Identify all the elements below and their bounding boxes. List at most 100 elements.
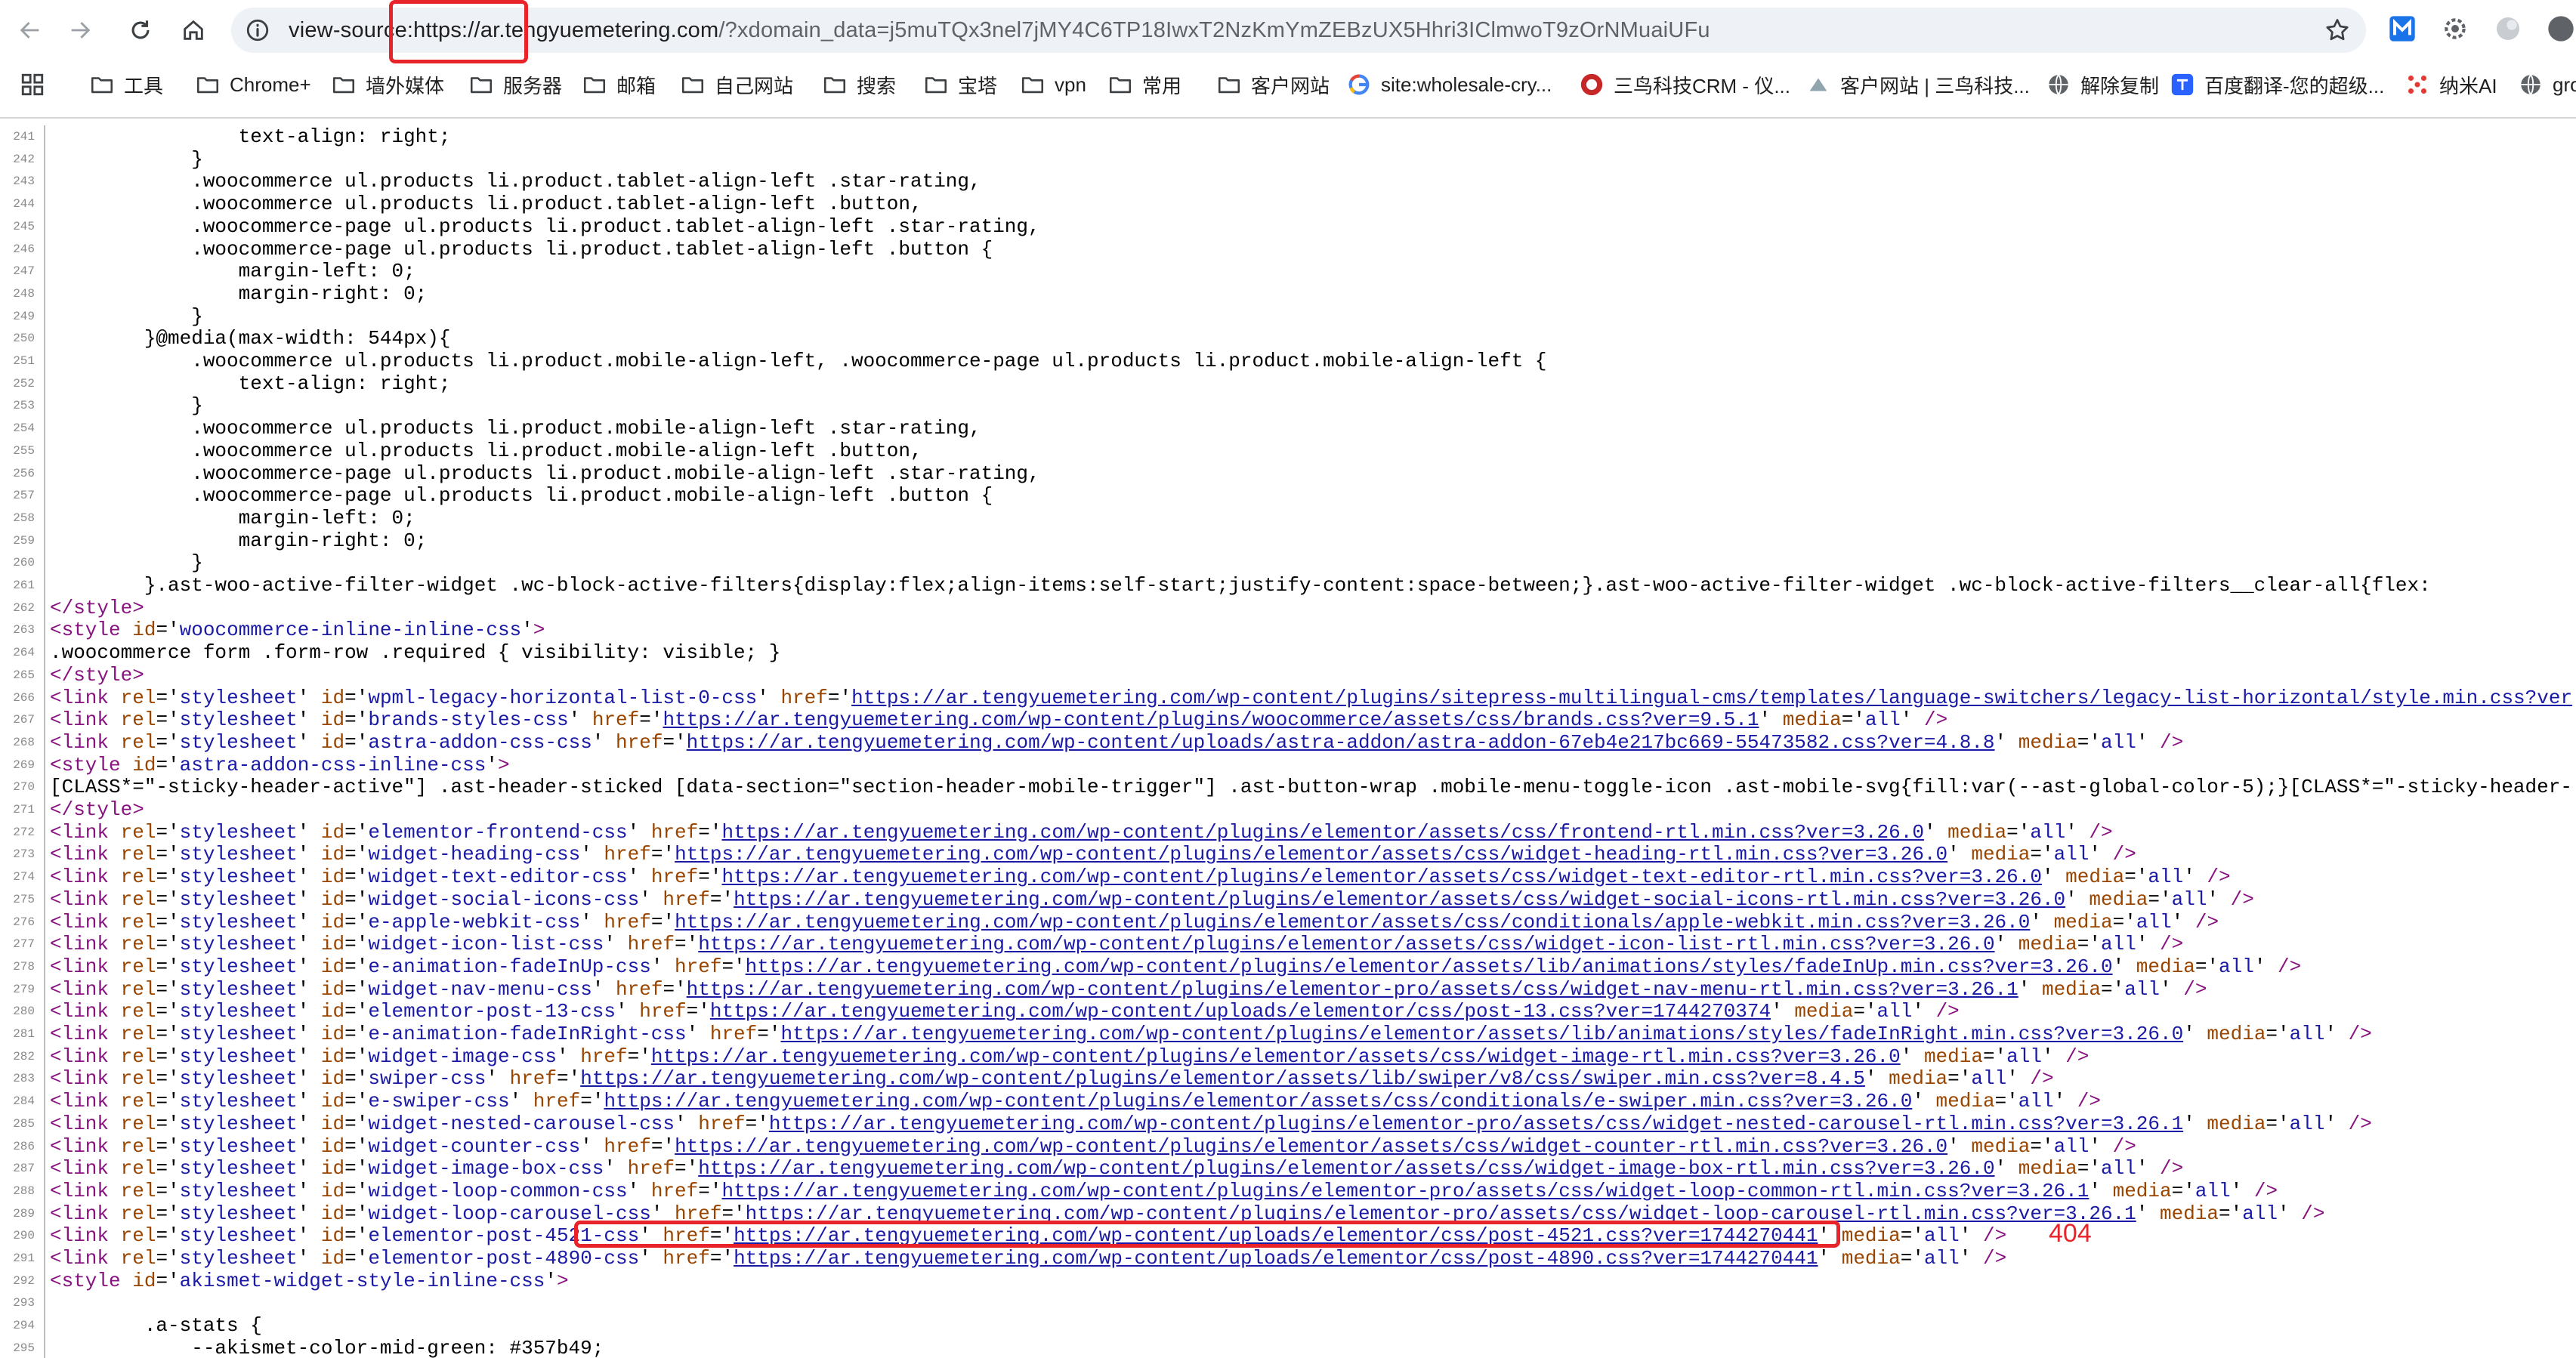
gutter-divider xyxy=(44,551,45,575)
source-link[interactable]: https://ar.tengyuemetering.com/wp-conten… xyxy=(663,708,1759,731)
bookmark-item[interactable]: 纳米AI xyxy=(2405,68,2497,101)
line-code: <link rel='stylesheet' id='e-animation-f… xyxy=(50,1023,2372,1045)
folder-icon xyxy=(822,72,857,97)
extension-circle-icon[interactable] xyxy=(2493,14,2523,44)
tag-close: /> xyxy=(1971,1247,2007,1270)
code-text: } xyxy=(50,394,203,418)
bookmark-item[interactable]: Chrome+ xyxy=(195,68,311,101)
attr-name: href xyxy=(663,1247,710,1270)
source-link[interactable]: https://ar.tengyuemetering.com/wp-conten… xyxy=(651,1045,1901,1068)
gutter-divider xyxy=(44,866,45,889)
attr-name: id xyxy=(320,1112,345,1135)
attr-value: widget-nav-menu-css xyxy=(368,977,592,1001)
source-link[interactable]: https://ar.tengyuemetering.com/wp-conten… xyxy=(851,687,2572,709)
source-line: 279 <link rel='stylesheet' id='widget-nav… xyxy=(0,977,2576,1001)
code-text: text-align: right; xyxy=(50,372,451,395)
gutter-divider xyxy=(44,1224,45,1248)
source-link[interactable]: https://ar.tengyuemetering.com/wp-conten… xyxy=(721,821,1923,844)
globe-icon xyxy=(2518,72,2553,97)
attr-value: widget-icon-list-css xyxy=(368,933,604,956)
attr-name: media xyxy=(1923,1045,1983,1068)
source-link[interactable]: https://ar.tengyuemetering.com/wp-conten… xyxy=(734,888,2065,911)
line-number: 292 xyxy=(13,1273,35,1288)
address-bar[interactable]: view-source:https://ar.tengyuemetering.c… xyxy=(231,8,2366,53)
html-tag: <link xyxy=(50,1112,110,1135)
line-code: <link rel='stylesheet' id='widget-text-e… xyxy=(50,866,2231,889)
bookmark-item[interactable]: site:wholesale-cry... xyxy=(1346,68,1552,101)
folder-icon xyxy=(89,72,124,97)
line-number: 286 xyxy=(13,1139,35,1153)
source-link[interactable]: https://ar.tengyuemetering.com/wp-conten… xyxy=(734,1247,1818,1270)
source-link[interactable]: https://ar.tengyuemetering.com/wp-conten… xyxy=(746,955,2113,978)
attr-name: id xyxy=(320,1045,345,1068)
html-tag: <link xyxy=(50,933,110,956)
source-link[interactable]: https://ar.tengyuemetering.com/wp-conten… xyxy=(721,1180,2089,1202)
bookmark-item[interactable]: 百度翻译-您的超级... xyxy=(2170,68,2384,101)
line-code: <link rel='stylesheet' id='widget-headin… xyxy=(50,843,2136,866)
home-button[interactable] xyxy=(174,11,213,50)
source-link[interactable]: https://ar.tengyuemetering.com/wp-conten… xyxy=(675,1135,1947,1158)
reload-button[interactable] xyxy=(121,11,160,50)
bookmark-item[interactable]: 宝塔 xyxy=(923,68,997,101)
bookmark-label: 客户网站 | 三鸟科技... xyxy=(1840,74,2030,97)
gutter-divider xyxy=(44,417,45,440)
bookmark-item[interactable]: 搜索 xyxy=(822,68,896,101)
line-code: .woocommerce form .form-row .required { … xyxy=(50,641,780,664)
attr-value: e-swiper-css xyxy=(368,1090,510,1113)
bookmark-item[interactable]: 邮箱 xyxy=(582,68,656,101)
source-link[interactable]: https://ar.tengyuemetering.com/wp-conten… xyxy=(687,978,2018,1001)
line-number: 293 xyxy=(13,1296,35,1310)
url-query: /?xdomain_data=j5muTQx3nel7jMY4C6TP18Iwx… xyxy=(718,18,1710,42)
source-link[interactable]: https://ar.tengyuemetering.com/wp-conten… xyxy=(698,933,1994,955)
folder-icon xyxy=(680,72,715,97)
line-number: 249 xyxy=(13,309,35,323)
line-number: 294 xyxy=(13,1319,35,1333)
attr-name: id xyxy=(320,977,345,1001)
bookmark-star-icon[interactable] xyxy=(2324,17,2351,44)
source-line: 271 </style> xyxy=(0,798,2576,821)
line-code: margin-right: 0; xyxy=(50,282,428,305)
extension-m-icon[interactable] xyxy=(2387,14,2417,44)
bookmark-item[interactable]: 服务器 xyxy=(468,68,562,101)
bookmark-item[interactable]: 常用 xyxy=(1107,68,1181,101)
attr-value: elementor-frontend-css xyxy=(368,820,628,844)
profile-avatar-icon[interactable] xyxy=(2546,14,2576,44)
source-link[interactable]: https://ar.tengyuemetering.com/wp-conten… xyxy=(710,1000,1771,1023)
attr-name: rel xyxy=(120,1179,156,1202)
source-link[interactable]: https://ar.tengyuemetering.com/wp-conten… xyxy=(687,731,1995,754)
bookmark-item[interactable]: 客户网站 xyxy=(1216,68,1330,101)
source-link[interactable]: https://ar.tengyuemetering.com/wp-conten… xyxy=(580,1067,1865,1090)
source-link[interactable]: https://ar.tengyuemetering.com/wp-conten… xyxy=(780,1023,2183,1045)
folder-icon xyxy=(331,72,366,97)
bookmark-item[interactable]: vpn xyxy=(1020,68,1086,101)
folder-icon xyxy=(1216,72,1251,97)
extension-gear-icon[interactable] xyxy=(2440,14,2470,44)
bookmark-item[interactable]: 三鸟科技CRM - 仪... xyxy=(1579,68,1790,101)
source-link[interactable]: https://ar.tengyuemetering.com/wp-conten… xyxy=(604,1090,1912,1113)
attr-name: id xyxy=(132,619,156,642)
bookmark-item[interactable]: 工具 xyxy=(89,68,163,101)
bookmark-item[interactable]: gro xyxy=(2518,68,2576,101)
source-link[interactable]: https://ar.tengyuemetering.com/wp-conten… xyxy=(675,911,2030,934)
bookmark-item[interactable]: 自己网站 xyxy=(680,68,793,101)
source-line: 291 <link rel='stylesheet' id='elementor-… xyxy=(0,1247,2576,1270)
attr-value: elementor-post-4890-css xyxy=(368,1247,640,1270)
forward-button[interactable] xyxy=(60,11,100,50)
attr-value: all xyxy=(2171,887,2207,911)
bookmark-item[interactable]: 客户网站 | 三鸟科技... xyxy=(1805,68,2030,101)
line-number: 256 xyxy=(13,466,35,480)
source-link[interactable]: https://ar.tengyuemetering.com/wp-conten… xyxy=(769,1113,2183,1135)
bookmark-item[interactable]: 墙外媒体 xyxy=(331,68,444,101)
site-info-icon[interactable] xyxy=(245,17,270,43)
source-link[interactable]: https://ar.tengyuemetering.com/wp-conten… xyxy=(698,1157,1994,1180)
source-link[interactable]: https://ar.tengyuemetering.com/wp-conten… xyxy=(675,843,1947,866)
back-button[interactable] xyxy=(11,11,50,50)
gutter-divider xyxy=(44,843,45,866)
apps-grid-icon[interactable] xyxy=(20,68,54,101)
html-tag: </style> xyxy=(50,798,144,821)
attr-name: rel xyxy=(120,955,156,978)
source-link[interactable]: https://ar.tengyuemetering.com/wp-conten… xyxy=(721,866,2041,888)
bookmark-item[interactable]: 解除复制 xyxy=(2046,68,2159,101)
code-text: [CLASS*="-sticky-header-active"] .ast-he… xyxy=(50,776,2572,799)
attr-value: e-apple-webkit-css xyxy=(368,910,581,934)
